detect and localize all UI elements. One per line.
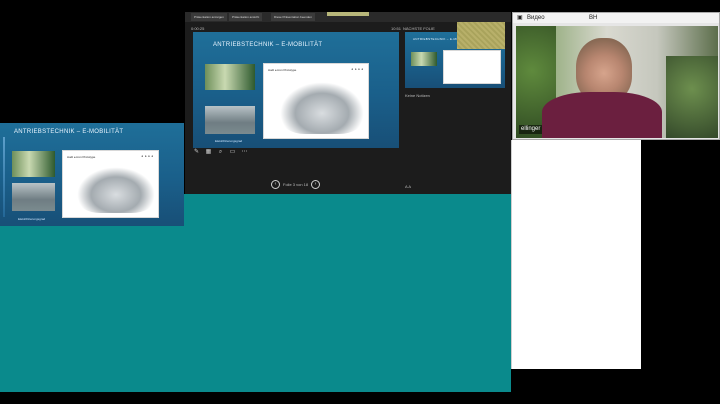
slide-decoration — [3, 137, 5, 217]
car-chassis-image — [280, 82, 364, 134]
tab-show-presentation[interactable]: Präsentation anzeigen — [191, 13, 227, 21]
vehicle-card: Audi e-tron Prototype ⚬⚬⚬⚬ — [62, 150, 159, 218]
zoom-icon[interactable]: ⌕ — [217, 149, 224, 156]
video-corner-label: ВН — [589, 15, 598, 21]
tab-presentation-view[interactable]: Präsentation ansicht — [229, 13, 263, 21]
more-options-icon[interactable]: ⋯ — [241, 149, 248, 156]
text-size-controls[interactable]: A A — [405, 184, 411, 189]
video-window[interactable]: ▣ Видео ВН ellinger — [512, 12, 720, 140]
charging-station-photo — [12, 151, 55, 177]
previous-slide-button[interactable]: ‹ — [271, 180, 280, 189]
clock: 10:51 — [391, 26, 402, 31]
screen-icon[interactable]: ▭ — [229, 149, 236, 156]
video-icon: ▣ — [517, 15, 523, 21]
current-slide: ANTRIEBSTECHNIK – E-MOBILITÄT Audi e-tro… — [193, 32, 399, 148]
elapsed-timer: 0:00:25 — [191, 26, 205, 31]
slides-grid-icon[interactable]: ▦ — [205, 149, 212, 156]
presenter-view-window[interactable]: Präsentation anzeigen Präsentation ansic… — [185, 12, 511, 194]
video-window-title: Видео — [527, 15, 545, 21]
charging-station-photo — [205, 64, 255, 90]
video-titlebar: ▣ Видео ВН — [513, 13, 719, 23]
next-slide-label: NÄCHSTE FOLIE — [403, 26, 435, 31]
tab-end-presentation[interactable]: Diese Präsentation beenden — [271, 13, 315, 21]
shared-slide: ANTRIEBSTECHNIK – E-MOBILITÄT Audi e-tro… — [0, 123, 184, 226]
person-shirt — [542, 92, 662, 138]
plant-right — [666, 56, 718, 138]
card-title: Audi e-tron Prototype — [67, 155, 96, 159]
pen-icon[interactable]: ✎ — [193, 149, 200, 156]
speaker-notes: Keine Notizen — [405, 93, 430, 98]
slide-title: ANTRIEBSTECHNIK – E-MOBILITÄT — [14, 129, 124, 135]
car-chassis-image — [77, 167, 155, 213]
next-slide-diagram — [443, 50, 501, 84]
audi-logo-icon: ⚬⚬⚬⚬ — [140, 154, 154, 159]
next-slide-photo — [411, 52, 437, 66]
charging-park-photo — [205, 106, 255, 134]
vehicle-card: Audi e-tron Prototype ⚬⚬⚬⚬ — [263, 63, 369, 139]
slide-counter: Folie 3 von 18 — [283, 182, 309, 187]
participant-name-tag: ellinger — [519, 125, 543, 134]
slide-footer: Elektrifizierungsgrad — [18, 217, 46, 221]
desktop-background-left — [0, 336, 184, 392]
slide-footer: Elektrifizierungsgrad — [215, 139, 243, 143]
presenter-indicator — [327, 12, 369, 16]
overlay-thumbnail — [457, 22, 505, 49]
charging-park-photo — [12, 183, 55, 211]
blank-panel — [511, 140, 641, 369]
next-slide-button[interactable]: › — [311, 180, 320, 189]
card-title: Audi e-tron Prototype — [268, 68, 297, 72]
audi-logo-icon: ⚬⚬⚬⚬ — [350, 67, 364, 72]
current-slide-title: ANTRIEBSTECHNIK – E-MOBILITÄT — [213, 42, 323, 48]
webcam-feed — [516, 26, 718, 138]
